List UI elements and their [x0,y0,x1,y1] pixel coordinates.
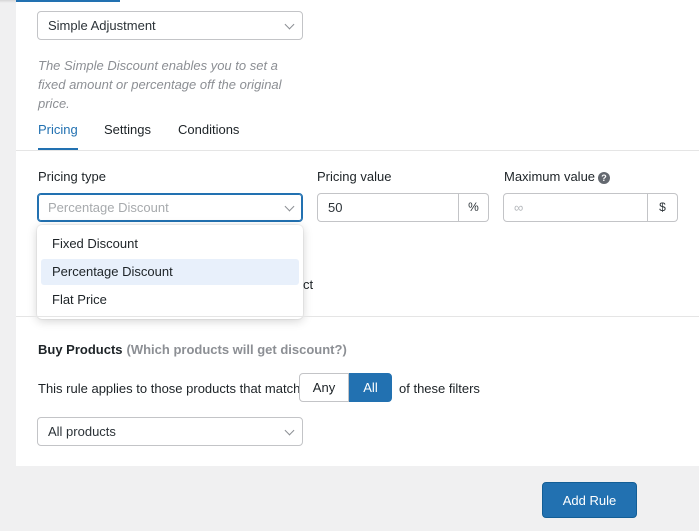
rule-card: Simple Adjustment The Simple Discount en… [16,0,699,466]
product-filter-value: All products [48,424,116,439]
pricing-type-label: Pricing type [38,169,106,184]
maximum-value-label: Maximum value? [504,169,611,184]
chevron-down-icon [284,425,295,436]
maximum-value-input[interactable]: ∞ [503,193,648,222]
pricing-type-dropdown: Fixed Discount Percentage Discount Flat … [37,225,303,319]
match-any-button[interactable]: Any [299,373,349,402]
buy-products-title: Buy Products (Which products will get dis… [38,342,347,357]
tab-conditions[interactable]: Conditions [178,122,239,137]
tab-pricing[interactable]: Pricing [38,122,78,150]
tab-settings[interactable]: Settings [104,122,151,137]
buy-products-subtitle: (Which products will get discount?) [126,342,347,357]
chevron-down-icon [284,201,295,212]
match-suffix-text: of these filters [399,381,480,396]
top-tab-indicator [16,0,120,2]
match-all-button[interactable]: All [349,373,392,402]
option-fixed-discount[interactable]: Fixed Discount [41,231,299,257]
rule-type-value: Simple Adjustment [48,18,156,33]
chevron-down-icon [284,19,295,30]
section-divider [16,316,699,317]
obscured-text: ct [303,277,314,292]
product-filter-select[interactable]: All products [37,417,303,446]
match-prefix-text: This rule applies to those products that… [38,381,301,396]
rule-tabs: Pricing Settings Conditions [16,118,699,151]
option-flat-price[interactable]: Flat Price [41,287,299,313]
add-rule-button[interactable]: Add Rule [542,482,637,518]
pricing-type-select[interactable]: Percentage Discount [37,193,303,222]
pricing-value-input[interactable]: 50 [317,193,459,222]
pricing-value-unit: % [459,193,489,222]
maximum-value-label-text: Maximum value [504,169,596,184]
help-icon[interactable]: ? [598,172,611,184]
buy-products-title-text: Buy Products [38,342,123,357]
maximum-value-unit: $ [648,193,678,222]
rule-description: The Simple Discount enables you to set a… [38,58,282,111]
pricing-type-placeholder: Percentage Discount [48,200,169,215]
rule-type-select[interactable]: Simple Adjustment [37,11,303,40]
option-percentage-discount[interactable]: Percentage Discount [41,259,299,285]
pricing-value-label: Pricing value [317,169,392,184]
